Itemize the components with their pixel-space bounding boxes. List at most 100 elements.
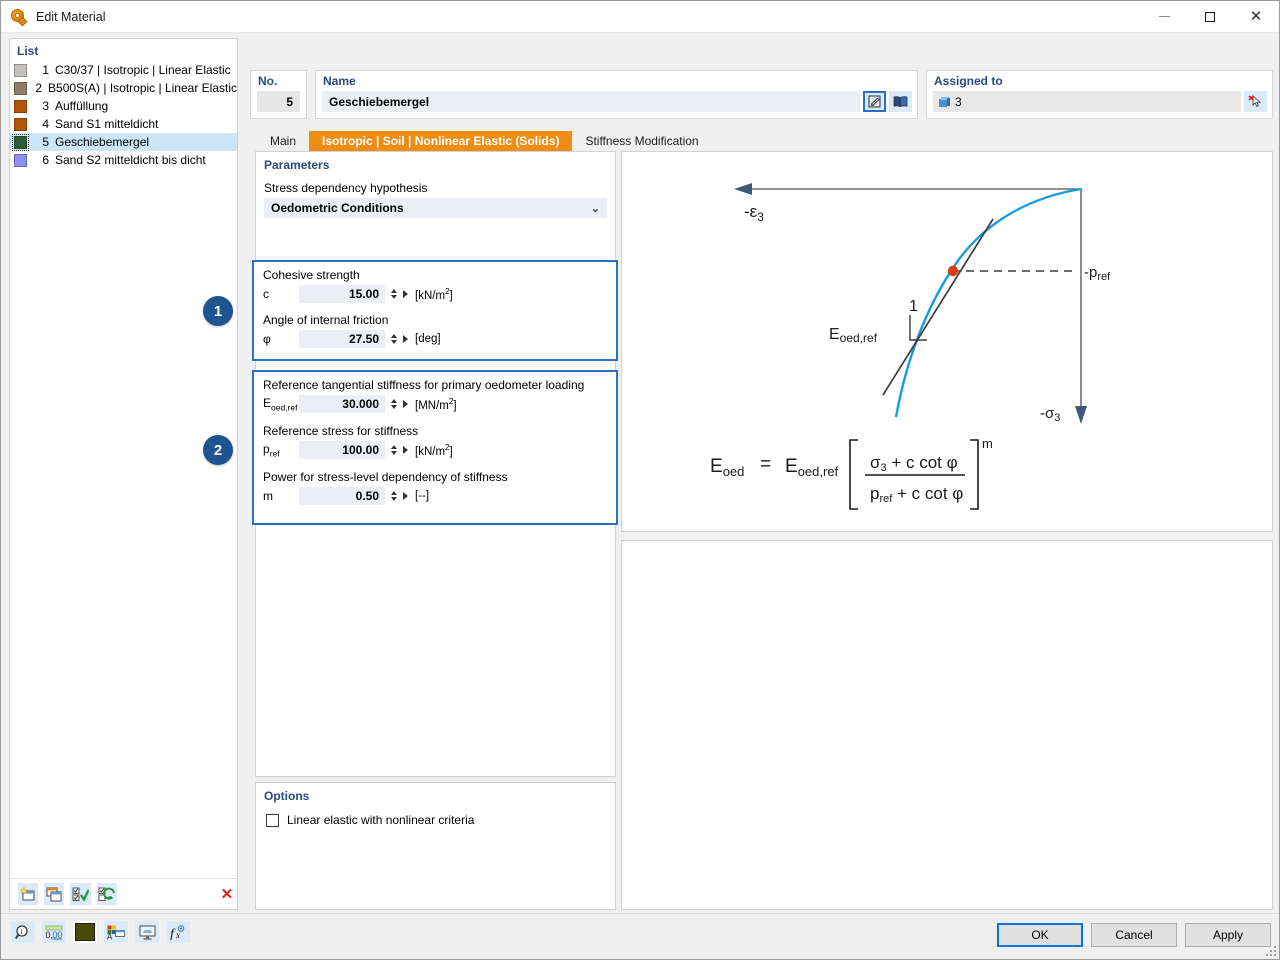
- pref-stepper[interactable]: [388, 441, 399, 459]
- m-input[interactable]: 0.50: [299, 487, 385, 505]
- select-all-button[interactable]: [70, 883, 91, 905]
- tab-2[interactable]: Isotropic | Soil | Nonlinear Elastic (So…: [309, 131, 573, 151]
- eoed-stepper[interactable]: [388, 395, 399, 413]
- bottom-bar: i 0, 00 A f x OK Cancel Apply: [1, 913, 1279, 959]
- number-value: 5: [257, 91, 300, 112]
- list-item[interactable]: 4 Sand S1 mitteldicht: [10, 115, 237, 133]
- phi-apply-icon[interactable]: [403, 335, 408, 343]
- svg-text:=: =: [760, 454, 771, 475]
- window-controls: ✕: [1141, 1, 1279, 32]
- pref-apply-icon[interactable]: [403, 446, 408, 454]
- pref-symbol: pref: [263, 441, 280, 459]
- assigned-to-field[interactable]: 3: [933, 91, 1241, 112]
- color-swatch-button[interactable]: [73, 921, 97, 943]
- power-m-row: m 0.50 [--]: [254, 484, 616, 505]
- window-title: Edit Material: [36, 9, 106, 24]
- ok-button[interactable]: OK: [997, 923, 1083, 947]
- copy-material-button[interactable]: [44, 883, 65, 905]
- stress-axis-label: -σ3: [1040, 405, 1060, 424]
- tab-3[interactable]: Stiffness Modification: [572, 131, 712, 151]
- name-input[interactable]: Geschiebemergel: [322, 91, 860, 112]
- phi-unit: [deg]: [415, 333, 441, 345]
- svg-text:i: i: [21, 927, 23, 936]
- c-stepper[interactable]: [388, 285, 399, 303]
- list-item[interactable]: 2 B500S(A) | Isotropic | Linear Elastic: [10, 79, 237, 97]
- apply-button[interactable]: Apply: [1185, 923, 1271, 947]
- minimize-button[interactable]: [1141, 1, 1187, 32]
- svg-text:pref + c cot φ: pref + c cot φ: [870, 484, 963, 505]
- list-item-number: 5: [42, 135, 49, 149]
- eoed-ref-row: Eoed,ref 30.000 [MN/m2]: [254, 392, 616, 413]
- red-x-icon: ✕: [220, 885, 234, 903]
- new-material-button[interactable]: [18, 883, 39, 905]
- eoed-ref-slope-label: Eoed,ref: [829, 326, 878, 345]
- phi-stepper[interactable]: [388, 330, 399, 348]
- m-unit: [--]: [415, 490, 430, 502]
- material-color-swatch: [14, 153, 27, 167]
- linear-elastic-label: Linear elastic with nonlinear criteria: [287, 813, 475, 827]
- list-item-number: 4: [42, 117, 49, 131]
- eoed-input[interactable]: 30.000: [299, 395, 385, 413]
- list-item[interactable]: 5 Geschiebemergel: [10, 133, 237, 151]
- pref-input[interactable]: 100.00: [299, 441, 385, 459]
- list-item[interactable]: 3 Auffüllung: [10, 97, 237, 115]
- list-item-number: 1: [42, 63, 49, 77]
- resize-grip[interactable]: [1266, 946, 1276, 956]
- material-list[interactable]: 1 C30/37 | Isotropic | Linear Elastic 2 B50…: [10, 61, 237, 169]
- list-item[interactable]: 1 C30/37 | Isotropic | Linear Elastic: [10, 61, 237, 79]
- power-m-label: Power for stress-level dependency of sti…: [263, 470, 508, 484]
- m-stepper[interactable]: [388, 487, 399, 505]
- m-symbol: m: [263, 489, 273, 503]
- cohesive-strength-row: c 15.00 [kN/m2]: [254, 282, 616, 303]
- c-symbol: c: [263, 287, 269, 301]
- display-settings-button[interactable]: [135, 921, 159, 943]
- deselect-cursor-icon[interactable]: [1244, 91, 1267, 112]
- edit-material-window: Edit Material ✕ List 1 C30/37 | Isotropic…: [0, 0, 1280, 960]
- slope-one-label: 1: [909, 298, 918, 315]
- invert-selection-button[interactable]: [96, 883, 117, 905]
- svg-text:Eoed: Eoed: [710, 456, 744, 479]
- function-button[interactable]: f x: [166, 921, 190, 943]
- c-input[interactable]: 15.00: [299, 285, 385, 303]
- m-apply-icon[interactable]: [403, 492, 408, 500]
- linear-elastic-checkbox[interactable]: [266, 813, 279, 827]
- material-list-panel: List 1 C30/37 | Isotropic | Linear Elasti…: [9, 38, 238, 910]
- hypothesis-select[interactable]: Oedometric Conditions ⌄: [264, 198, 607, 218]
- callout-badge-2: 2: [203, 435, 233, 465]
- list-item-label: Geschiebemergel: [55, 135, 150, 149]
- list-toolbar: ✕: [10, 878, 238, 909]
- linear-elastic-option-row[interactable]: Linear elastic with nonlinear criteria: [256, 803, 615, 827]
- oedometer-diagram: -ε3 -pref -σ3 1 Eoed,ref Eoed = Eoed,ref…: [710, 183, 1111, 510]
- eoed-ref-label: Reference tangential stiffness for prima…: [263, 378, 585, 392]
- list-item[interactable]: 6 Sand S2 mitteldicht bis dicht: [10, 151, 237, 169]
- diagram-panel: -ε3 -pref -σ3 1 Eoed,ref Eoed = Eoed,ref…: [621, 151, 1273, 532]
- name-field-box: Name Geschiebemergel: [315, 70, 918, 119]
- close-button[interactable]: ✕: [1233, 1, 1279, 32]
- pref-axis-label: -pref: [1084, 264, 1111, 283]
- library-book-icon[interactable]: [889, 91, 912, 112]
- eoed-apply-icon[interactable]: [403, 400, 408, 408]
- edit-pencil-icon[interactable]: [863, 91, 886, 112]
- info-magnifier-button[interactable]: i: [11, 921, 35, 943]
- number-field-box: No. 5: [250, 70, 307, 119]
- list-item-label: Sand S1 mitteldicht: [55, 117, 159, 131]
- maximize-button[interactable]: [1187, 1, 1233, 32]
- cancel-button[interactable]: Cancel: [1091, 923, 1177, 947]
- list-item-number: 6: [42, 153, 49, 167]
- material-icon: [9, 8, 28, 26]
- pref-unit: [kN/m2]: [415, 442, 453, 458]
- strain-axis-label: -ε3: [744, 202, 764, 224]
- hypothesis-label: Stress dependency hypothesis: [264, 181, 428, 195]
- svg-text:A: A: [107, 932, 113, 940]
- c-apply-icon[interactable]: [403, 290, 408, 298]
- svg-text:σ3 + c cot φ: σ3 + c cot φ: [870, 453, 958, 474]
- legend-settings-button[interactable]: A: [104, 921, 128, 943]
- assigned-to-value: 3: [955, 94, 962, 109]
- phi-input[interactable]: 27.50: [299, 330, 385, 348]
- tab-1[interactable]: Main: [257, 131, 310, 151]
- friction-angle-label: Angle of internal friction: [263, 313, 389, 327]
- chevron-down-icon: ⌄: [590, 202, 600, 215]
- delete-material-button[interactable]: ✕: [216, 883, 238, 905]
- formula: Eoed = Eoed,ref σ3 + c cot φ pref + c co…: [710, 436, 993, 510]
- numeric-format-button[interactable]: 0, 00: [42, 921, 66, 943]
